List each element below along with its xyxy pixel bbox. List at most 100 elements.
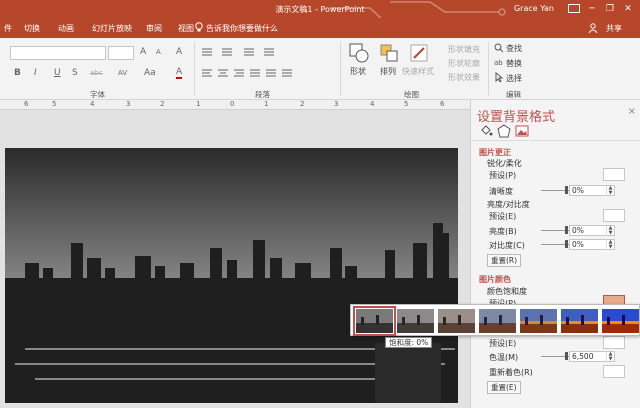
- grow-font-button[interactable]: A: [140, 47, 146, 57]
- recolor-dropdown[interactable]: [603, 365, 625, 378]
- saturation-option[interactable]: [602, 309, 639, 333]
- saturation-option[interactable]: [479, 309, 516, 333]
- find-button[interactable]: 查找: [506, 43, 522, 54]
- ruler-tick: 5: [404, 100, 409, 108]
- slider-knob[interactable]: [565, 226, 568, 234]
- title-bar: 演示文稿1 - PowerPoint Grace Yan ─ ❐ ✕: [0, 0, 640, 34]
- replace-icon: ab: [494, 59, 503, 67]
- font-color-button[interactable]: A: [176, 68, 183, 79]
- shape-effects-button[interactable]: 形状效果: [448, 72, 480, 83]
- spin-arrows[interactable]: ▲ ▼: [606, 240, 614, 250]
- shape-outline-button[interactable]: 形状轮廓: [448, 58, 480, 69]
- tab-view[interactable]: 视图: [178, 23, 194, 34]
- divider: [471, 140, 640, 141]
- share-button[interactable]: 共享: [606, 23, 622, 34]
- shrink-font-button[interactable]: A: [156, 48, 161, 56]
- saturation-option[interactable]: [520, 309, 557, 333]
- underline-button[interactable]: U: [54, 68, 61, 78]
- picture-corrections-heading[interactable]: 图片更正: [479, 147, 511, 158]
- font-size-input[interactable]: [108, 46, 134, 60]
- tell-me-search[interactable]: 告诉我你想要做什么: [206, 23, 278, 34]
- lightbulb-icon: [195, 22, 203, 32]
- ruler-tick: 5: [52, 100, 57, 108]
- temperature-value: 6,500: [572, 352, 594, 361]
- reset-color-button[interactable]: 重置(E): [487, 381, 521, 394]
- spin-arrows[interactable]: ▲ ▼: [606, 186, 614, 196]
- tab-review[interactable]: 审阅: [146, 23, 162, 34]
- slider-knob[interactable]: [565, 352, 568, 360]
- saturation-gallery: [350, 304, 640, 336]
- shapes-icon[interactable]: [348, 42, 370, 64]
- slider-knob[interactable]: [565, 240, 568, 248]
- picture-tab-icon[interactable]: [515, 124, 529, 138]
- quick-styles-icon[interactable]: [408, 42, 430, 64]
- ruler-tick: 3: [334, 100, 339, 108]
- share-person-icon: [588, 23, 598, 33]
- slide-background-image[interactable]: [5, 148, 458, 403]
- ruler-tick: 6: [24, 100, 29, 108]
- paragraph-controls-icon[interactable]: [200, 46, 320, 82]
- strikethrough-button[interactable]: abc: [90, 69, 103, 77]
- shapes-button[interactable]: 形状: [350, 66, 366, 77]
- arrange-button[interactable]: 排列: [380, 66, 396, 77]
- separator: [194, 42, 195, 96]
- temperature-input[interactable]: 6,500 ▲ ▼: [569, 351, 615, 362]
- change-case-button[interactable]: Aa: [144, 68, 156, 78]
- ruler-tick: 3: [126, 100, 131, 108]
- italic-button[interactable]: I: [34, 68, 37, 78]
- tab-animations[interactable]: 动画: [58, 23, 74, 34]
- brightness-input[interactable]: 0% ▲ ▼: [569, 225, 615, 236]
- clarity-input[interactable]: 0% ▲ ▼: [569, 185, 615, 196]
- recolor-label: 重新着色(R): [489, 368, 533, 377]
- contrast-input[interactable]: 0% ▲ ▼: [569, 239, 615, 250]
- clarity-value: 0%: [572, 186, 584, 195]
- ribbon-display-options-icon[interactable]: [568, 4, 580, 13]
- saturation-option[interactable]: [397, 309, 434, 333]
- close-button[interactable]: ✕: [620, 2, 636, 16]
- arrange-icon[interactable]: [378, 42, 400, 64]
- quick-styles-button[interactable]: 快速样式: [402, 66, 434, 77]
- bold-button[interactable]: B: [14, 68, 21, 78]
- reset-corrections-button[interactable]: 重置(R): [487, 254, 522, 267]
- ruler-tick: 1: [196, 100, 201, 108]
- temperature-preset-dropdown[interactable]: [603, 336, 625, 349]
- sharpen-preset-dropdown[interactable]: [603, 168, 625, 181]
- ribbon-tabs: 件 切换 动画 幻灯片放映 审阅 视图 告诉我你想要做什么 共享: [0, 18, 640, 38]
- editing-group-label: 编辑: [506, 90, 521, 99]
- char-spacing-button[interactable]: AV: [118, 69, 127, 77]
- select-button[interactable]: 选择: [506, 73, 522, 84]
- pane-close-button[interactable]: ×: [628, 106, 636, 117]
- effects-tab-icon[interactable]: [497, 124, 511, 138]
- saturation-tooltip: 饱和度: 0%: [385, 337, 433, 348]
- saturation-option[interactable]: [353, 306, 396, 336]
- tab-transitions[interactable]: 切换: [24, 23, 40, 34]
- restore-button[interactable]: ❐: [602, 2, 618, 16]
- shadow-button[interactable]: S: [72, 68, 78, 78]
- picture-color-heading[interactable]: 图片颜色: [479, 274, 511, 285]
- minimize-button[interactable]: ─: [584, 2, 600, 16]
- tab-file[interactable]: 件: [4, 23, 12, 34]
- contrast-value: 0%: [572, 240, 584, 249]
- replace-button[interactable]: 替换: [506, 58, 522, 69]
- fill-tab-icon[interactable]: [479, 124, 493, 138]
- spin-arrows[interactable]: ▲ ▼: [606, 352, 614, 362]
- preset-label: 预设(P): [489, 171, 517, 180]
- preset-label: 预设(E): [489, 212, 517, 221]
- shape-fill-button[interactable]: 形状填充: [448, 44, 480, 55]
- tab-slideshow[interactable]: 幻灯片放映: [92, 23, 132, 34]
- separator: [488, 42, 489, 96]
- font-name-input[interactable]: [10, 46, 106, 60]
- slider-knob[interactable]: [565, 186, 568, 194]
- brightness-preset-dropdown[interactable]: [603, 209, 625, 222]
- spin-arrows[interactable]: ▲ ▼: [606, 226, 614, 236]
- sharpen-soften-label: 锐化/柔化: [487, 159, 522, 168]
- separator: [340, 42, 341, 96]
- clarity-label: 清晰度: [489, 187, 513, 196]
- clear-format-button[interactable]: A: [176, 47, 182, 57]
- ruler-tick: 6: [440, 100, 445, 108]
- saturation-option[interactable]: [438, 309, 475, 333]
- brightness-value: 0%: [572, 226, 584, 235]
- saturation-option[interactable]: [561, 309, 598, 333]
- pane-title: 设置背景格式: [477, 110, 556, 125]
- user-name[interactable]: Grace Yan: [514, 4, 554, 13]
